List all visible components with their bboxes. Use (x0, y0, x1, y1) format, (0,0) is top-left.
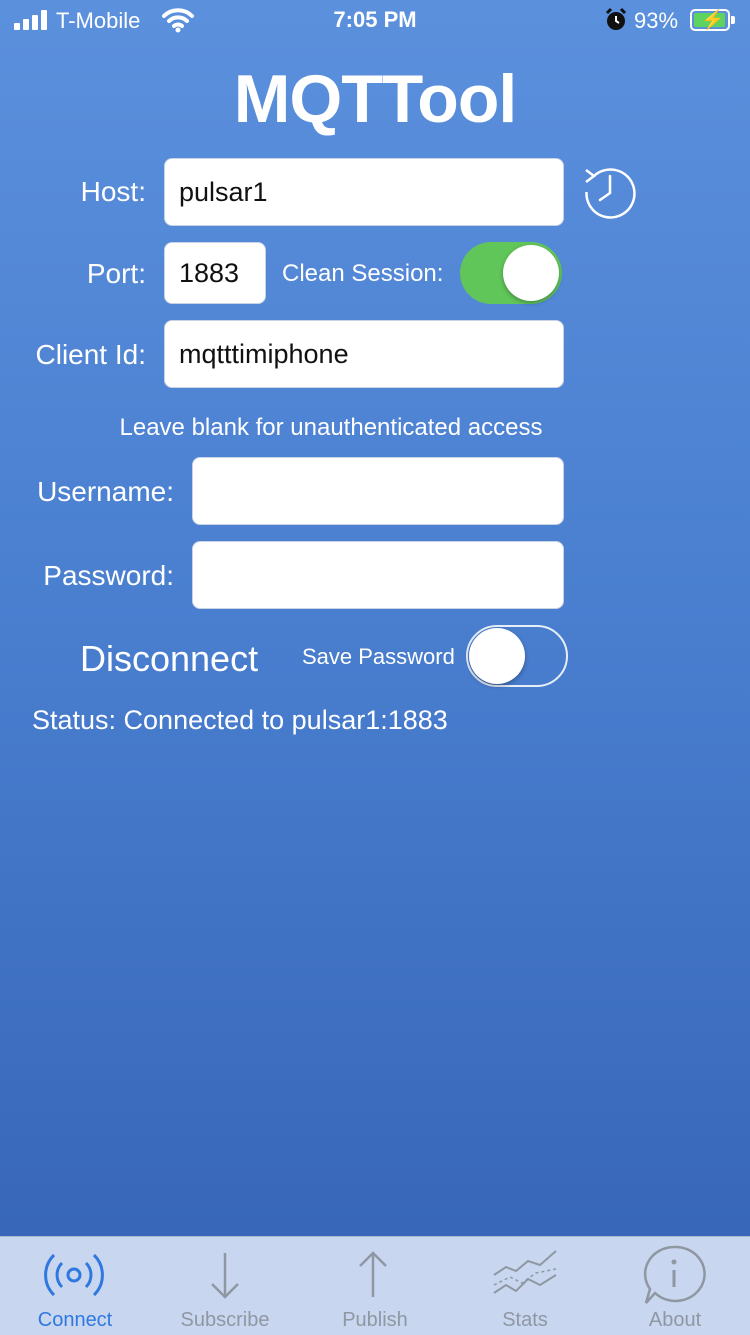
clean-session-toggle[interactable] (460, 242, 562, 304)
client-id-input[interactable]: mqtttimiphone (164, 320, 564, 388)
alarm-icon (605, 7, 627, 30)
connection-status: Status: Connected to pulsar1:1883 (32, 705, 448, 735)
toggle-knob (503, 245, 559, 301)
port-input[interactable]: 1883 (164, 242, 266, 304)
tab-label: Stats (502, 1309, 548, 1331)
clean-session-label: Clean Session: (282, 260, 444, 287)
save-password-toggle[interactable] (466, 625, 568, 687)
tab-bar: Connect Subscribe Publish Stats About (0, 1236, 750, 1335)
tab-stats[interactable]: Stats (450, 1237, 600, 1335)
tab-label: Subscribe (180, 1309, 270, 1331)
tab-label: Connect (37, 1309, 113, 1331)
host-input[interactable]: pulsar1 (164, 158, 564, 226)
username-label: Username: (37, 476, 174, 507)
tab-subscribe[interactable]: Subscribe (150, 1237, 300, 1335)
password-label: Password: (43, 560, 174, 591)
battery-icon: ⚡ (690, 9, 730, 31)
info-icon (643, 1245, 706, 1304)
username-input[interactable] (192, 457, 564, 525)
tab-label: About (648, 1309, 702, 1331)
auth-hint: Leave blank for unauthenticated access (119, 414, 543, 441)
stats-icon (493, 1250, 557, 1294)
save-password-label: Save Password (302, 644, 455, 669)
battery-tip (731, 16, 735, 24)
port-label: Port: (86, 258, 146, 289)
app-title: MQTTool (233, 61, 518, 137)
tab-label: Publish (342, 1309, 408, 1331)
connect-icon (44, 1253, 104, 1297)
password-input[interactable] (192, 541, 564, 609)
tab-about[interactable]: About (600, 1237, 750, 1335)
arrow-down-icon (211, 1253, 239, 1299)
arrow-up-icon (359, 1251, 387, 1297)
history-icon[interactable] (580, 162, 640, 222)
tab-publish[interactable]: Publish (300, 1237, 450, 1335)
toggle-knob (469, 628, 525, 684)
tab-connect[interactable]: Connect (0, 1237, 150, 1335)
status-bar: T-Mobile 7:05 PM 93% ⚡ (0, 0, 750, 40)
battery-percentage: 93% (634, 8, 679, 33)
client-id-label: Client Id: (35, 339, 147, 370)
disconnect-button[interactable]: Disconnect (80, 638, 258, 680)
host-label: Host: (80, 176, 146, 207)
